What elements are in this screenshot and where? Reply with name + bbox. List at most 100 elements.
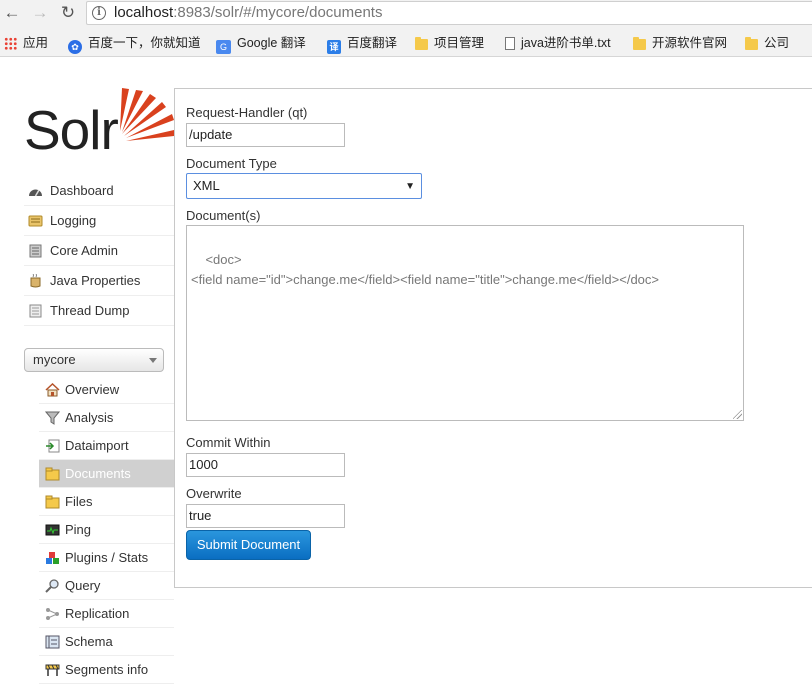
core-selector[interactable]: mycore	[24, 348, 164, 372]
browser-chrome: ← → ↻ i localhost:8983/solr/#/mycore/doc…	[0, 0, 812, 57]
solr-sun-icon	[120, 88, 174, 141]
nav-item-label: Dashboard	[50, 183, 114, 198]
documents-icon	[45, 467, 60, 481]
core-nav-item-label: Files	[65, 494, 93, 509]
handler-label: Request-Handler (qt)	[186, 105, 308, 120]
bookmark-baidu-translate[interactable]: 译百度翻译	[327, 34, 397, 54]
core-nav-item-replication[interactable]: Replication	[39, 600, 174, 628]
dashboard-icon	[29, 189, 42, 197]
core-nav-item-segments-info[interactable]: Segments info	[39, 656, 174, 684]
nav-item-label: Thread Dump	[50, 303, 130, 318]
bookmark-label: Google 翻译	[237, 36, 306, 50]
logo-text: Solr	[24, 99, 119, 161]
core-nav-item-dataimport[interactable]: Dataimport	[39, 432, 174, 460]
bookmark-label: 百度一下，你就知道	[88, 36, 201, 50]
baidu-translate-icon: 译	[327, 40, 341, 54]
core-nav-item-label: Replication	[65, 606, 130, 621]
url-path: :8983/solr/#/mycore/documents	[173, 4, 383, 21]
nav-item-thread-dump[interactable]: Thread Dump	[24, 296, 174, 326]
bookmark-java-booklist[interactable]: java进阶书单.txt	[505, 34, 611, 52]
core-nav-item-overview[interactable]: Overview	[39, 376, 174, 404]
core-nav-item-analysis[interactable]: Analysis	[39, 404, 174, 432]
bookmark-company[interactable]: 公司	[745, 34, 789, 52]
plugins-icon	[46, 552, 59, 564]
import-icon	[46, 439, 60, 453]
url-text[interactable]: localhost:8983/solr/#/mycore/documents	[114, 4, 382, 21]
core-nav-item-label: Analysis	[65, 410, 114, 425]
core-nav-item-query[interactable]: Query	[39, 572, 174, 600]
core-nav-item-label: Segments info	[65, 662, 149, 677]
files-icon	[45, 495, 60, 509]
folder-icon	[415, 37, 428, 50]
address-bar[interactable]: i localhost:8983/solr/#/mycore/documents	[86, 1, 812, 25]
core-nav-item-files[interactable]: Files	[39, 488, 174, 516]
documents-textarea[interactable]: <doc> <field name="id">change.me</field>…	[186, 225, 744, 421]
document-icon	[505, 37, 515, 50]
core-nav: Overview Analysis Dataimport Documents F…	[39, 376, 174, 684]
java-properties-icon	[30, 274, 41, 288]
documents-panel: Request-Handler (qt) /update Document Ty…	[174, 88, 812, 588]
baidu-paw-icon: ✿	[68, 40, 82, 54]
commit-within-input[interactable]: 1000	[186, 453, 345, 477]
nav-item-label: Core Admin	[50, 243, 118, 258]
nav-item-dashboard[interactable]: Dashboard	[24, 176, 174, 206]
chevron-down-icon	[149, 358, 157, 363]
core-nav-item-schema[interactable]: Schema	[39, 628, 174, 656]
bookmark-project-management[interactable]: 项目管理	[415, 34, 484, 52]
schema-icon	[45, 635, 60, 649]
nav-item-logging[interactable]: Logging	[24, 206, 174, 236]
forward-arrow-icon[interactable]: →	[30, 3, 50, 23]
core-nav-item-label: Plugins / Stats	[65, 550, 149, 565]
logging-icon	[28, 215, 43, 227]
document-type-value: XML	[193, 178, 220, 193]
bookmarks-bar: 应用 ✿ 百度一下，你就知道 G Google 翻译 译百度翻译 项目管理 java…	[0, 31, 812, 55]
nav-item-label: Logging	[50, 213, 97, 228]
main-nav: Dashboard Logging Core Admin Java Proper…	[24, 176, 174, 326]
bookmark-open-source[interactable]: 开源软件官网	[633, 34, 727, 52]
bookmark-label: java进阶书单.txt	[521, 36, 611, 50]
documents-label: Document(s)	[186, 208, 261, 223]
bookmark-baidu[interactable]: ✿ 百度一下，你就知道	[68, 34, 201, 54]
commit-within-label: Commit Within	[186, 435, 271, 450]
core-nav-item-label: Query	[65, 578, 101, 593]
document-type-label: Document Type	[186, 156, 277, 171]
bookmark-label: 公司	[764, 36, 790, 50]
nav-item-label: Java Properties	[50, 273, 141, 288]
magnifier-icon	[45, 579, 59, 593]
nav-item-core-admin[interactable]: Core Admin	[24, 236, 174, 266]
folder-icon	[633, 37, 646, 50]
core-nav-item-label: Overview	[65, 382, 120, 397]
core-selector-value: mycore	[33, 352, 76, 367]
info-icon[interactable]: i	[92, 6, 106, 20]
core-nav-item-ping[interactable]: Ping	[39, 516, 174, 544]
submit-document-button[interactable]: Submit Document	[186, 530, 311, 560]
thread-dump-icon	[29, 304, 42, 318]
core-nav-item-label: Schema	[65, 634, 113, 649]
overwrite-label: Overwrite	[186, 486, 242, 501]
core-nav-item-label: Ping	[65, 522, 92, 537]
core-nav-item-documents[interactable]: Documents	[39, 460, 174, 488]
bookmark-apps[interactable]: 应用	[4, 34, 48, 52]
apps-grid-icon	[4, 37, 17, 50]
folder-icon	[745, 37, 758, 50]
bookmark-google-translate[interactable]: G Google 翻译	[216, 34, 306, 54]
bookmark-label: 项目管理	[434, 36, 485, 50]
core-nav-item-plugins-stats[interactable]: Plugins / Stats	[39, 544, 174, 572]
nav-item-java-properties[interactable]: Java Properties	[24, 266, 174, 296]
back-arrow-icon[interactable]: ←	[2, 3, 22, 23]
handler-input[interactable]: /update	[186, 123, 345, 147]
overwrite-input[interactable]: true	[186, 504, 345, 528]
resize-grip-icon[interactable]	[733, 410, 742, 419]
google-translate-icon: G	[216, 40, 231, 54]
core-admin-icon	[29, 244, 42, 258]
solr-logo[interactable]: Solr	[24, 86, 174, 160]
replication-icon	[46, 608, 59, 620]
funnel-icon	[45, 411, 60, 425]
documents-textarea-value: <doc> <field name="id">change.me</field>…	[191, 252, 659, 287]
document-type-select[interactable]: XML ▼	[186, 173, 422, 199]
url-host: localhost	[114, 4, 174, 21]
ping-icon	[45, 524, 60, 536]
dropdown-arrow-icon: ▼	[405, 181, 415, 192]
core-nav-item-label: Documents	[65, 466, 131, 481]
reload-icon[interactable]: ↻	[58, 3, 78, 23]
